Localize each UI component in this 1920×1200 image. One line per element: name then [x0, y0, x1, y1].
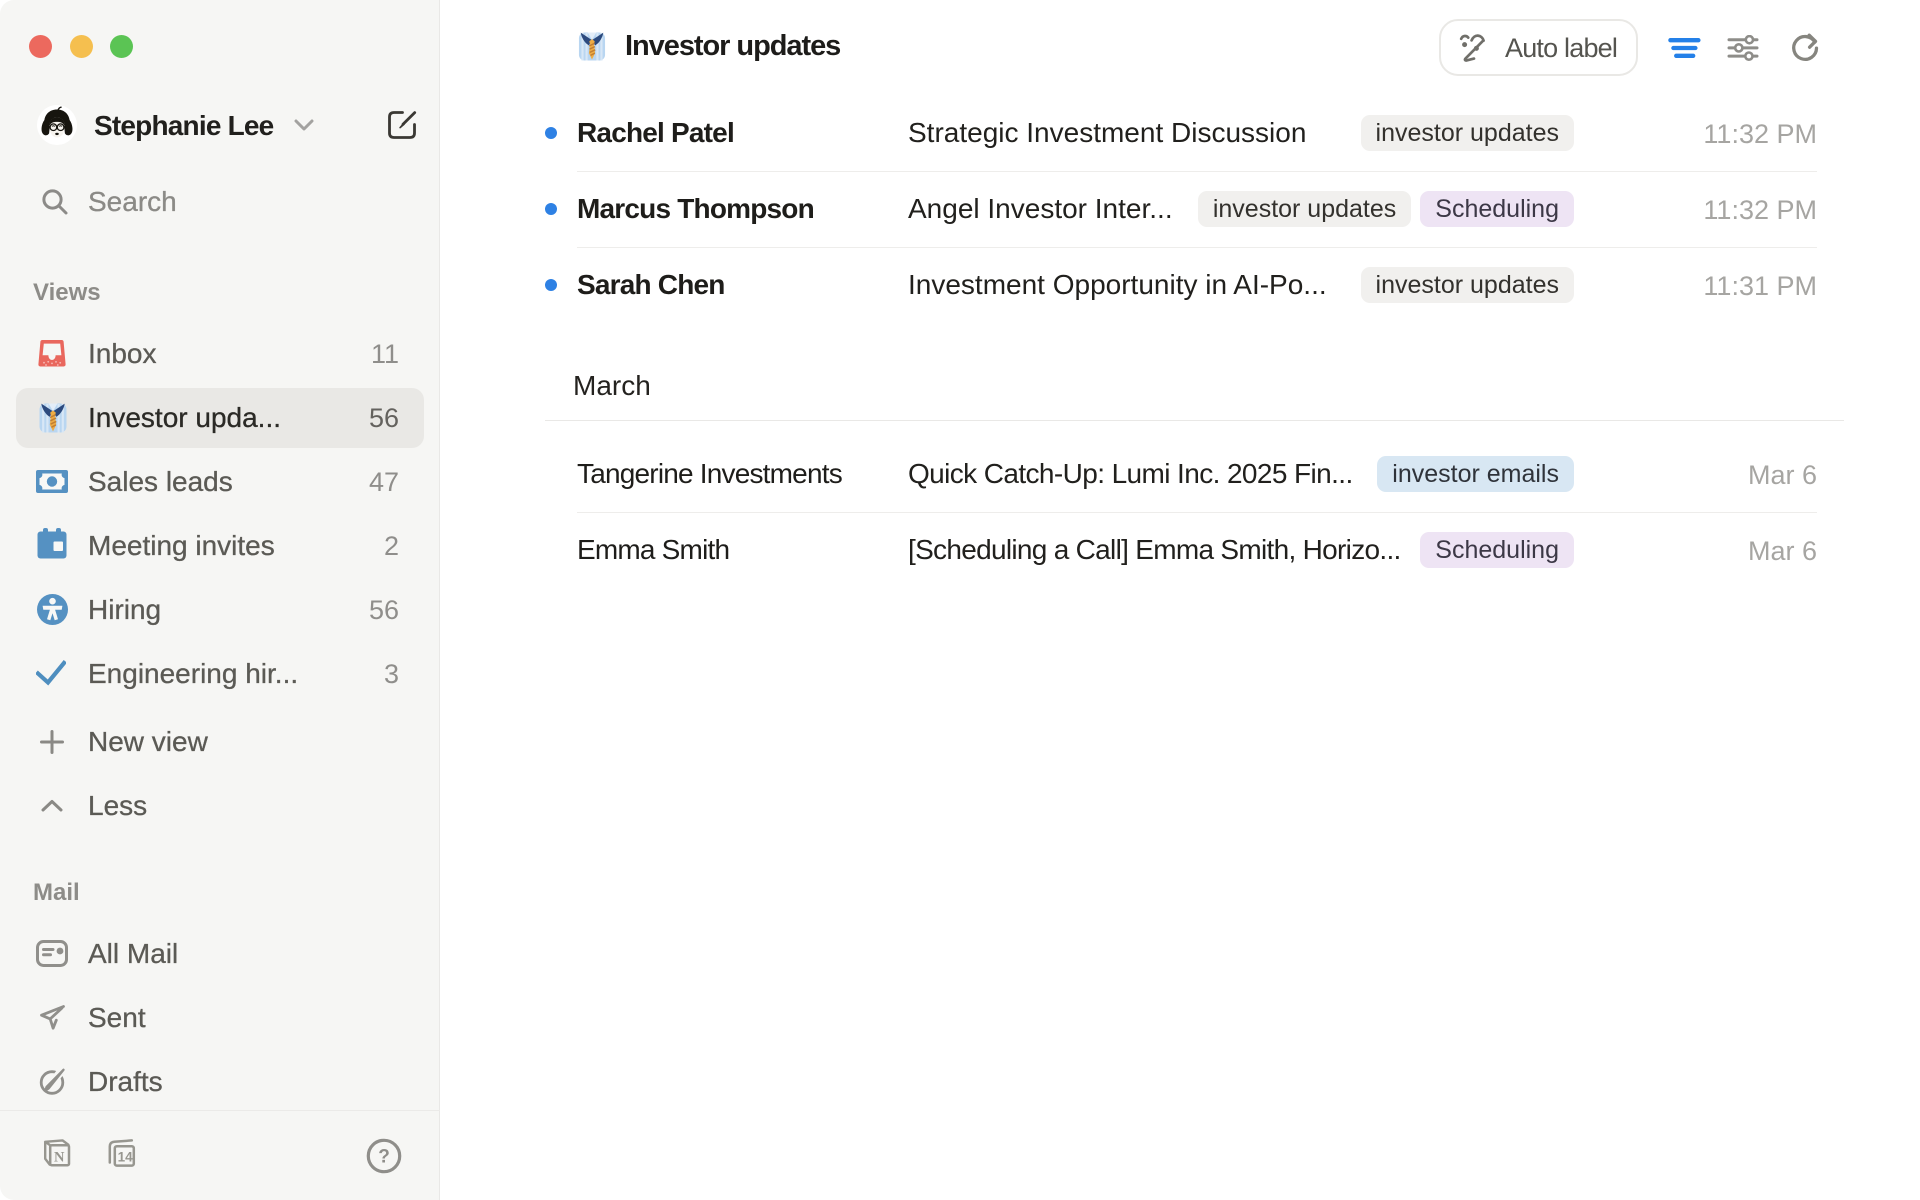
svg-text:N: N — [54, 1150, 65, 1166]
svg-text:?: ? — [378, 1147, 390, 1168]
svg-text:14: 14 — [118, 1149, 134, 1164]
